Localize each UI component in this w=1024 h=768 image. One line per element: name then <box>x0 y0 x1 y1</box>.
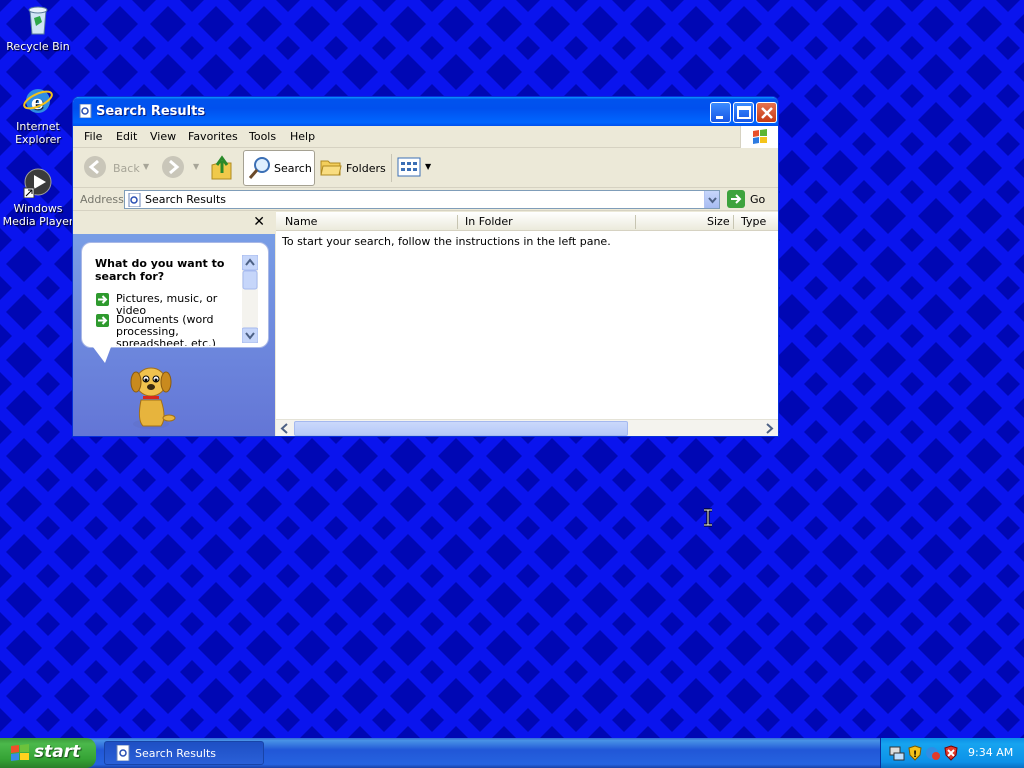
search-pane-header: ✕ <box>73 212 275 234</box>
svg-text:!: ! <box>913 750 917 760</box>
column-separator[interactable] <box>457 215 458 229</box>
back-dropdown-icon[interactable]: ▼ <box>143 162 149 171</box>
results-column-header: Name In Folder Size Type <box>276 212 778 231</box>
clock[interactable]: 9:34 AM <box>968 746 1013 759</box>
recycle-bin-icon <box>22 4 54 36</box>
search-option-label: Documents (word processing, spreadsheet,… <box>116 314 216 346</box>
close-button[interactable] <box>756 102 777 123</box>
search-results-window[interactable]: Search Results File Edit View Favorites … <box>72 96 779 437</box>
desktop-icon-label: Internet Explorer <box>15 120 61 146</box>
desktop-icon-label: Recycle Bin <box>6 40 70 53</box>
views-button[interactable]: ▼ <box>397 153 433 183</box>
horizontal-scrollbar[interactable] <box>276 419 778 436</box>
taskbar-button-search-results[interactable]: Search Results <box>104 741 264 765</box>
taskbar: start Search Results ! 9:34 AM <box>0 738 1024 768</box>
menu-favorites[interactable]: Favorites <box>188 130 238 143</box>
windows-media-player-icon <box>22 166 54 199</box>
menu-edit[interactable]: Edit <box>116 130 137 143</box>
address-label: Address <box>80 193 124 206</box>
text-cursor-icon <box>704 508 712 527</box>
network-icon[interactable] <box>889 745 905 761</box>
up-folder-button[interactable] <box>209 153 235 183</box>
menu-view[interactable]: View <box>150 130 176 143</box>
menu-file[interactable]: File <box>84 130 102 143</box>
address-value: Search Results <box>145 193 227 206</box>
search-button[interactable]: Search <box>243 150 315 186</box>
scroll-left-icon[interactable] <box>277 421 293 436</box>
column-name[interactable]: Name <box>285 215 317 228</box>
desktop-icon-label: Windows Media Player <box>2 202 74 228</box>
menu-tools[interactable]: Tools <box>249 130 276 143</box>
search-dog-icon[interactable] <box>123 360 183 432</box>
results-hint: To start your search, follow the instruc… <box>282 235 611 248</box>
close-pane-button[interactable]: ✕ <box>253 214 265 230</box>
back-button[interactable]: Back ▼ <box>81 153 151 183</box>
start-button[interactable]: start <box>0 738 96 768</box>
desktop-icon-internet-explorer[interactable]: e Internet Explorer <box>0 84 76 146</box>
folders-button[interactable]: Folders <box>319 153 386 183</box>
search-window-icon <box>79 103 93 119</box>
balloon-tail <box>93 347 111 363</box>
forward-button[interactable]: ▼ <box>161 153 201 183</box>
views-dropdown-icon[interactable]: ▼ <box>425 162 431 171</box>
search-companion-pane: ✕ What do you want to search for? Pictur… <box>73 212 275 436</box>
address-dropdown-button[interactable] <box>704 191 719 208</box>
minimize-button[interactable] <box>710 102 731 123</box>
toolbar-separator <box>391 154 392 182</box>
column-size[interactable]: Size <box>707 215 730 228</box>
maximize-button[interactable] <box>733 102 754 123</box>
folders-label: Folders <box>346 162 386 175</box>
start-label: start <box>34 742 81 762</box>
taskbar-button-label: Search Results <box>135 747 217 760</box>
toolbar: Back ▼ ▼ Search Folders ▼ <box>73 148 778 188</box>
search-question: What do you want to search for? <box>95 257 225 283</box>
system-tray: ! 9:34 AM <box>880 738 1024 768</box>
green-arrow-icon <box>96 293 109 306</box>
search-label: Search <box>274 162 312 175</box>
address-bar: Address Search Results Go <box>73 188 778 211</box>
go-arrow-icon[interactable] <box>727 190 745 211</box>
window-title: Search Results <box>96 104 206 119</box>
scroll-right-icon[interactable] <box>761 421 777 436</box>
desktop-icon-windows-media-player[interactable]: Windows Media Player <box>0 166 76 228</box>
desktop-icon-recycle-bin[interactable]: Recycle Bin <box>0 4 76 53</box>
green-arrow-icon <box>96 314 109 327</box>
column-in-folder[interactable]: In Folder <box>465 215 513 228</box>
windows-logo-icon <box>740 126 778 148</box>
column-type[interactable]: Type <box>741 215 766 228</box>
go-button[interactable]: Go <box>750 193 765 206</box>
scrollbar-thumb[interactable] <box>294 421 628 436</box>
window-titlebar[interactable]: Search Results <box>73 97 778 126</box>
alert-icon[interactable] <box>943 745 959 761</box>
search-option-documents[interactable]: Documents (word processing, spreadsheet,… <box>96 314 241 346</box>
internet-explorer-icon: e <box>22 84 54 116</box>
column-separator[interactable] <box>635 215 636 229</box>
forward-dropdown-icon[interactable]: ▼ <box>193 162 199 171</box>
update-icon[interactable] <box>925 745 941 761</box>
menu-help[interactable]: Help <box>290 130 315 143</box>
balloon-scrollbar[interactable] <box>241 254 259 344</box>
results-pane[interactable]: Name In Folder Size Type To start your s… <box>276 212 778 436</box>
address-input[interactable]: Search Results <box>124 190 720 209</box>
search-balloon: What do you want to search for? Pictures… <box>81 242 269 348</box>
column-separator[interactable] <box>733 215 734 229</box>
menu-bar: File Edit View Favorites Tools Help <box>73 126 778 148</box>
security-shield-icon[interactable]: ! <box>907 745 923 761</box>
back-label: Back <box>113 162 140 175</box>
